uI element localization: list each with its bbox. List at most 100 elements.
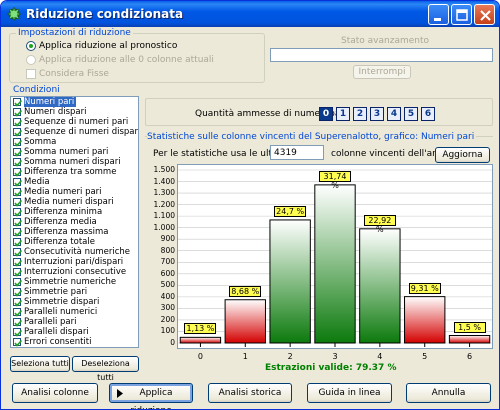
x-tick-label: 4: [377, 352, 383, 361]
condition-label: Simmetrie pari: [24, 287, 88, 297]
data-label: 9,31 %: [408, 282, 441, 294]
condition-item[interactable]: Sequenze di numeri pari: [11, 117, 138, 127]
condition-checkbox[interactable]: [13, 208, 23, 217]
condition-item[interactable]: Differenza totale: [11, 237, 138, 247]
progress-legend: Stato avanzamento: [341, 36, 429, 46]
condition-label: Consecutività numeriche: [24, 247, 131, 257]
condition-item[interactable]: Differenza minima: [11, 207, 138, 217]
radio-apply-forecast[interactable]: [26, 41, 36, 51]
condition-checkbox[interactable]: [13, 308, 23, 317]
condition-checkbox[interactable]: [13, 158, 23, 167]
title-bar[interactable]: Riduzione condizionata: [1, 1, 499, 27]
condition-checkbox[interactable]: [13, 108, 23, 117]
condition-item[interactable]: Consecutività numeriche: [11, 247, 138, 257]
allowed-number-1[interactable]: 1: [336, 107, 350, 121]
condition-label: Paralleli numerici: [24, 307, 98, 317]
online-guide-button[interactable]: Guida in linea: [307, 383, 392, 403]
consider-fixed-checkbox[interactable]: [26, 69, 36, 79]
y-tick-label: 1.000: [153, 222, 175, 232]
allowed-number-6[interactable]: 6: [421, 107, 435, 121]
condition-checkbox[interactable]: [13, 138, 23, 147]
cancel-button[interactable]: Annulla: [406, 383, 491, 403]
condition-checkbox[interactable]: [13, 318, 23, 327]
condition-checkbox[interactable]: [13, 218, 23, 227]
condition-item[interactable]: Differenza tra somme: [11, 167, 138, 177]
condition-checkbox[interactable]: [13, 298, 23, 307]
condition-item[interactable]: Somma numeri pari: [11, 147, 138, 157]
condition-checkbox[interactable]: [13, 128, 23, 137]
select-all-button[interactable]: Seleziona tutti: [10, 356, 70, 372]
condition-item[interactable]: Simmetrie pari: [11, 287, 138, 297]
condition-item[interactable]: Numeri dispari: [11, 107, 138, 117]
condition-checkbox[interactable]: [13, 278, 23, 287]
condition-item[interactable]: Differenza media: [11, 217, 138, 227]
deselect-all-button[interactable]: Deseleziona tutti: [72, 356, 139, 382]
radio-apply-columns[interactable]: [26, 55, 36, 65]
condition-label: Numeri dispari: [24, 107, 87, 117]
condition-label: Numeri pari: [24, 97, 77, 107]
update-button[interactable]: Aggiorna: [435, 147, 490, 163]
condition-label: Media numeri dispari: [24, 197, 114, 207]
condition-checkbox[interactable]: [13, 118, 23, 127]
condition-checkbox[interactable]: [13, 248, 23, 257]
radio-apply-forecast-label: Applica riduzione al pronostico: [39, 41, 178, 51]
condition-item[interactable]: Media: [11, 177, 138, 187]
condition-item[interactable]: Simmetrie numeriche: [11, 277, 138, 287]
consider-fixed-label: Considera Fisse: [39, 69, 109, 79]
condition-label: Interruzioni consecutive: [24, 267, 127, 277]
y-tick-label: 1.200: [153, 199, 175, 209]
condition-label: Differenza tra somme: [24, 167, 117, 177]
condition-checkbox[interactable]: [13, 228, 23, 237]
x-tick-label: 3: [332, 352, 338, 361]
interrupt-button[interactable]: Interrompi: [353, 65, 411, 79]
condition-item[interactable]: Somma numeri dispari: [11, 157, 138, 167]
condition-checkbox[interactable]: [13, 178, 23, 187]
condition-checkbox[interactable]: [13, 168, 23, 177]
allowed-number-2[interactable]: 2: [353, 107, 367, 121]
condition-item[interactable]: Somma: [11, 137, 138, 147]
condition-checkbox[interactable]: [13, 188, 23, 197]
condition-checkbox[interactable]: [13, 338, 23, 347]
allowed-number-5[interactable]: 5: [404, 107, 418, 121]
apply-reduction-button[interactable]: Applica riduzione: [109, 383, 193, 409]
maximize-button[interactable]: [451, 4, 472, 25]
condition-checkbox[interactable]: [13, 148, 23, 157]
condition-item[interactable]: Paralleli dispari: [11, 327, 138, 337]
condition-label: Media numeri pari: [24, 187, 102, 197]
historical-analysis-button[interactable]: Analisi storica: [208, 383, 292, 403]
checkmark-icon: [14, 339, 23, 347]
close-button[interactable]: [474, 4, 495, 25]
condition-item[interactable]: Paralleli numerici: [11, 307, 138, 317]
data-label: 24,7 %: [274, 205, 307, 217]
condition-label: Sequenze di numeri pari: [24, 117, 129, 127]
columns-count-input[interactable]: 4319: [270, 145, 324, 160]
condition-item[interactable]: Media numeri pari: [11, 187, 138, 197]
condition-checkbox[interactable]: [13, 258, 23, 267]
condition-item[interactable]: Simmetrie dispari: [11, 297, 138, 307]
condition-item[interactable]: Numeri pari: [11, 97, 138, 107]
condition-item[interactable]: Errori consentiti: [11, 337, 138, 347]
allowed-number-4[interactable]: 4: [387, 107, 401, 121]
condition-item[interactable]: Media numeri dispari: [11, 197, 138, 207]
condition-item[interactable]: Interruzioni consecutive: [11, 267, 138, 277]
y-tick-label: 300: [160, 303, 175, 313]
x-tick-label: 0: [197, 352, 203, 361]
condition-checkbox[interactable]: [13, 288, 23, 297]
condition-item[interactable]: Interruzioni pari/dispari: [11, 257, 138, 267]
condition-item[interactable]: Differenza massima: [11, 227, 138, 237]
maximize-icon: [456, 9, 468, 21]
y-tick-label: 400: [160, 291, 175, 301]
condition-item[interactable]: Sequenze di numeri dispari: [11, 127, 138, 137]
condition-checkbox[interactable]: [13, 198, 23, 207]
condition-checkbox[interactable]: [13, 98, 23, 107]
condition-checkbox[interactable]: [13, 328, 23, 337]
condition-item[interactable]: Paralleli pari: [11, 317, 138, 327]
condition-label: Somma: [24, 137, 57, 147]
allowed-number-0[interactable]: 0: [319, 107, 333, 121]
analyze-columns-button[interactable]: Analisi colonne: [12, 383, 98, 403]
condition-checkbox[interactable]: [13, 238, 23, 247]
condition-checkbox[interactable]: [13, 268, 23, 277]
minimize-button[interactable]: [428, 4, 449, 25]
allowed-number-3[interactable]: 3: [370, 107, 384, 121]
progress-bar: [270, 48, 493, 62]
